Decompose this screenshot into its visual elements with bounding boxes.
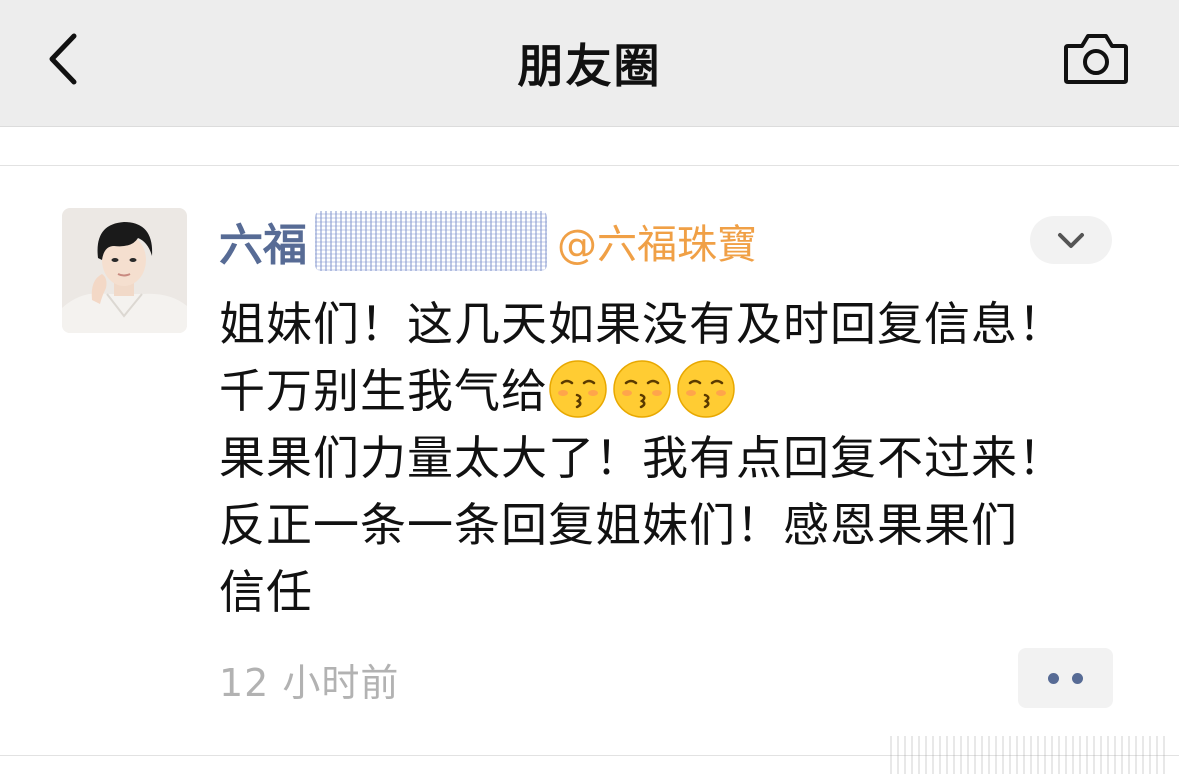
- post-body: 姐妹们！这几天如果没有及时回复信息！ 千万别生我气给 果果们力量太大了！我有点回…: [219, 291, 1119, 626]
- avatar[interactable]: [62, 208, 187, 333]
- kissing-face-emoji-icon: [549, 360, 607, 418]
- kissing-face-emoji-icon: [613, 360, 671, 418]
- post-text-line: 信任: [219, 565, 313, 619]
- post-text-line: 反正一条一条回复姐妹们！感恩果果们: [219, 498, 1018, 552]
- more-actions-button[interactable]: [1018, 648, 1113, 708]
- post-text-line: 姐妹们！这几天如果没有及时回复信息！: [219, 297, 1065, 351]
- more-dots-icon: [1048, 673, 1059, 684]
- post-text-line: 果果们力量太大了！我有点回复不过来！: [219, 431, 1065, 485]
- post-text-line: 千万别生我气给: [219, 364, 548, 418]
- camera-icon: [1064, 34, 1128, 84]
- page-title: 朋友圈: [517, 39, 662, 93]
- watermark: [890, 736, 1170, 774]
- divider: [0, 165, 1179, 166]
- author-name[interactable]: 六福: [219, 209, 307, 273]
- redacted-name: [315, 211, 547, 271]
- mention-link[interactable]: @六福珠寶: [557, 212, 757, 270]
- post-text-line-with-emoji: 千万别生我气给: [219, 358, 1119, 425]
- expand-button[interactable]: [1030, 216, 1112, 264]
- more-dots-icon: [1072, 673, 1083, 684]
- section-gap: [0, 127, 1179, 165]
- navbar: 朋友圈: [0, 0, 1179, 127]
- camera-button[interactable]: [1060, 28, 1132, 88]
- kissing-face-emoji-icon: [677, 360, 735, 418]
- chevron-down-icon: [1058, 233, 1084, 248]
- post-timestamp: 12 小时前: [219, 661, 400, 705]
- post-header: 六福 @六福珠寶: [219, 206, 757, 276]
- avatar-image: [62, 208, 187, 333]
